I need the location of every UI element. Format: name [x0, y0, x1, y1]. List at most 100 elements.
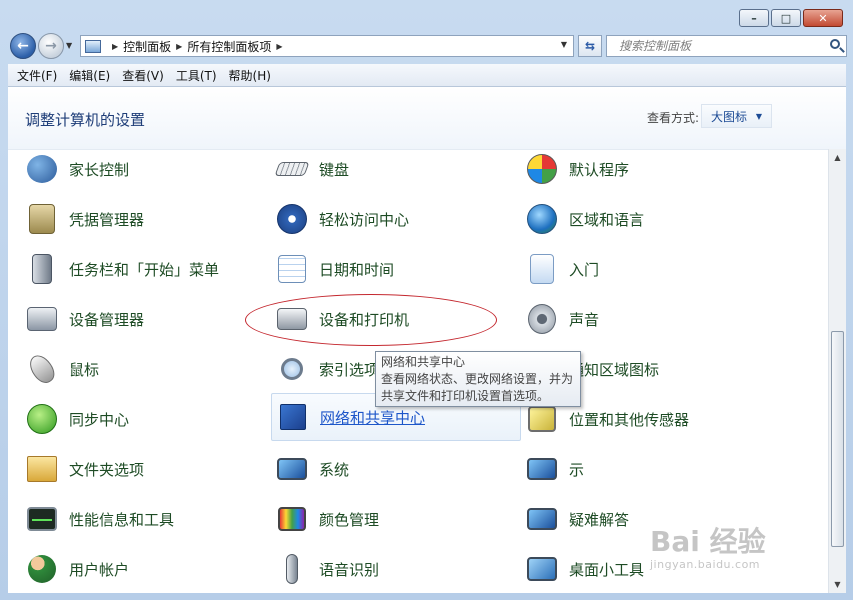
close-icon: ✕: [818, 11, 828, 25]
breadcrumb-control-panel[interactable]: 控制面板: [123, 38, 171, 55]
item-desktop-gadgets[interactable]: 桌面小工具: [525, 549, 644, 589]
item-folder-options[interactable]: 文件夹选项: [25, 449, 144, 489]
watermark-brand: Bai 经验: [650, 525, 766, 558]
keyboard-icon: [274, 152, 310, 186]
view-by-label: 查看方式:: [647, 111, 700, 125]
item-label: 区域和语言: [569, 210, 645, 229]
item-speech-recognition[interactable]: 语音识别: [275, 549, 379, 589]
menu-view[interactable]: 查看(V): [115, 67, 169, 84]
breadcrumb-arrow-icon[interactable]: ▶: [176, 42, 182, 51]
sound-icon: [525, 302, 559, 336]
item-performance[interactable]: 性能信息和工具: [25, 499, 174, 539]
item-label: 鼠标: [69, 360, 100, 379]
region-language-icon: [525, 202, 559, 236]
menu-bar: 文件(F) 编辑(E) 查看(V) 工具(T) 帮助(H): [8, 64, 846, 87]
item-troubleshooting[interactable]: 疑难解答: [525, 499, 629, 539]
location-sensors-icon: [525, 402, 559, 436]
item-label: 任务栏和「开始」菜单: [69, 260, 220, 279]
back-arrow-icon: ←: [17, 38, 29, 54]
control-panel-icon: [85, 39, 101, 53]
forward-arrow-icon: →: [45, 38, 57, 54]
breadcrumb-arrow-icon[interactable]: ▶: [276, 42, 282, 51]
menu-edit[interactable]: 编辑(E): [62, 67, 115, 84]
item-system[interactable]: 系统: [275, 449, 349, 489]
credential-manager-icon: [25, 202, 59, 236]
desktop-gadgets-icon: [525, 552, 559, 586]
device-manager-icon: [25, 302, 59, 336]
minimize-icon: –: [751, 11, 757, 25]
back-button[interactable]: ←: [10, 33, 36, 59]
refresh-button[interactable]: ⇆: [578, 35, 602, 57]
item-date-time[interactable]: 日期和时间: [275, 249, 394, 289]
item-display[interactable]: 示: [525, 449, 584, 489]
item-ease-of-access[interactable]: 轻松访问中心: [275, 199, 409, 239]
close-button[interactable]: ✕: [803, 9, 843, 27]
maximize-button[interactable]: □: [771, 9, 801, 27]
item-sync-center[interactable]: 同步中心: [25, 399, 129, 439]
search-icon[interactable]: [830, 39, 840, 49]
network-sharing-icon: [276, 400, 310, 434]
address-bar[interactable]: ▶ 控制面板 ▶ 所有控制面板项 ▶ ▼: [80, 35, 574, 57]
view-by-dropdown[interactable]: 大图标 ▼: [701, 104, 772, 128]
view-by-value: 大图标: [711, 109, 748, 124]
item-label: 轻松访问中心: [319, 210, 410, 229]
menu-help[interactable]: 帮助(H): [222, 67, 276, 84]
content-pane: 调整计算机的设置 查看方式: 大图标 ▼ 家长控制 凭据管理器 任务栏和「开始」…: [8, 87, 846, 593]
item-label: 网络和共享中心: [320, 408, 426, 427]
item-sound[interactable]: 声音: [525, 299, 599, 339]
history-dropdown-icon[interactable]: ▼: [66, 41, 72, 50]
color-management-icon: [275, 502, 309, 536]
system-icon: [275, 452, 309, 486]
item-user-accounts[interactable]: 用户帐户: [25, 549, 129, 589]
vertical-scrollbar[interactable]: ▲ ▼: [828, 149, 846, 593]
item-getting-started[interactable]: 入门: [525, 249, 599, 289]
item-label: 键盘: [319, 160, 350, 179]
sync-center-icon: [25, 402, 59, 436]
breadcrumb-arrow-icon[interactable]: ▶: [112, 42, 118, 51]
item-region-language[interactable]: 区域和语言: [525, 199, 644, 239]
menu-tools[interactable]: 工具(T): [169, 67, 222, 84]
item-label: 疑难解答: [569, 510, 630, 529]
tooltip-line: 共享文件和打印机设置首选项。: [381, 389, 550, 403]
tooltip-title: 网络和共享中心: [381, 355, 466, 369]
item-devices-printers[interactable]: 设备和打印机: [275, 299, 409, 339]
forward-button[interactable]: →: [38, 33, 64, 59]
item-indexing[interactable]: 索引选项: [275, 349, 379, 389]
mouse-icon: [25, 350, 59, 388]
menu-file[interactable]: 文件(F): [8, 67, 62, 84]
item-device-manager[interactable]: 设备管理器: [25, 299, 144, 339]
scroll-up-icon[interactable]: ▲: [829, 149, 846, 166]
item-credential-manager[interactable]: 凭据管理器: [25, 199, 144, 239]
item-taskbar[interactable]: 任务栏和「开始」菜单: [25, 249, 219, 289]
item-keyboard[interactable]: 键盘: [274, 149, 350, 189]
item-parental-controls[interactable]: 家长控制: [25, 149, 129, 189]
date-time-icon: [275, 252, 309, 286]
minimize-button[interactable]: –: [739, 9, 769, 27]
search-input[interactable]: [617, 38, 821, 54]
performance-icon: [25, 502, 59, 536]
page-title: 调整计算机的设置: [25, 111, 146, 129]
display-icon: [525, 452, 559, 486]
watermark-site: jingyan.baidu.com: [650, 558, 761, 571]
address-dropdown-icon[interactable]: ▼: [561, 40, 567, 49]
item-label: 颜色管理: [319, 510, 380, 529]
folder-options-icon: [25, 452, 59, 486]
default-programs-icon: [525, 152, 559, 186]
item-label: 语音识别: [319, 560, 380, 579]
window-controls: – □ ✕: [739, 9, 843, 27]
item-label: 默认程序: [569, 160, 630, 179]
scroll-down-icon[interactable]: ▼: [829, 576, 846, 593]
item-default-programs[interactable]: 默认程序: [525, 149, 629, 189]
scroll-thumb[interactable]: [831, 331, 844, 547]
chevron-down-icon: ▼: [755, 112, 762, 121]
breadcrumb-all-items[interactable]: 所有控制面板项: [187, 38, 271, 55]
item-label: 索引选项: [319, 360, 380, 379]
speech-recognition-icon: [275, 552, 309, 586]
item-color-management[interactable]: 颜色管理: [275, 499, 379, 539]
item-label: 入门: [569, 260, 600, 279]
item-label: 日期和时间: [319, 260, 395, 279]
item-mouse[interactable]: 鼠标: [25, 349, 99, 389]
item-label: 位置和其他传感器: [569, 410, 690, 429]
search-box[interactable]: [606, 35, 847, 57]
devices-printers-icon: [275, 302, 309, 336]
